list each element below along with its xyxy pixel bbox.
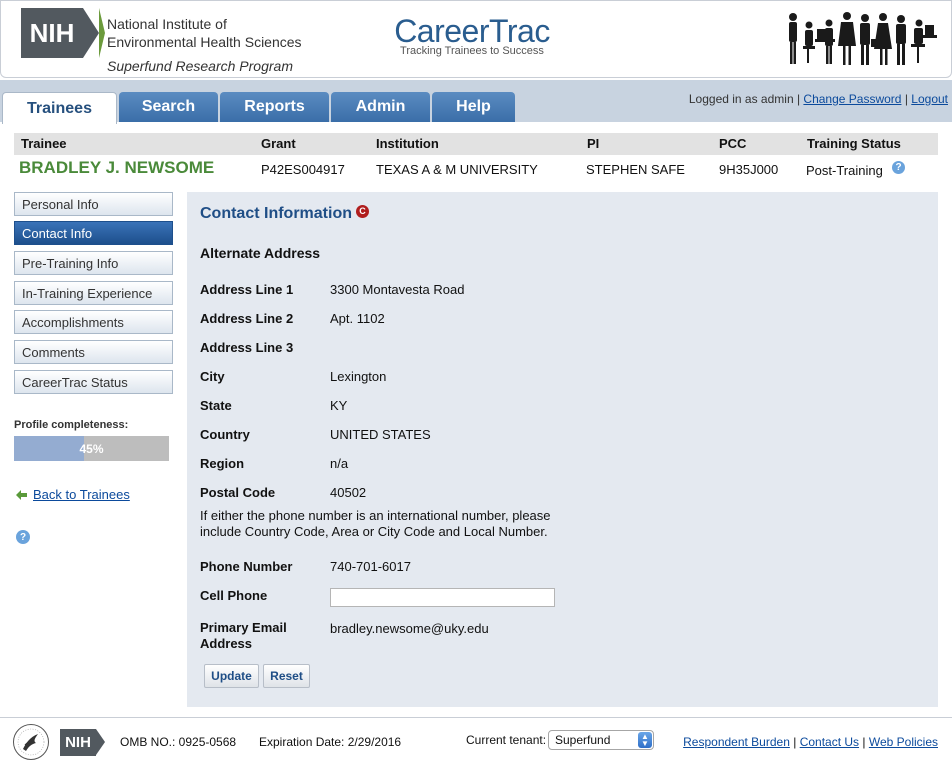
- hhs-seal-icon[interactable]: [12, 723, 50, 761]
- login-separator: |: [904, 92, 908, 106]
- footer-links: Respondent Burden | Contact Us | Web Pol…: [683, 735, 938, 749]
- sidebar-item-contact-info[interactable]: Contact Info: [14, 221, 173, 245]
- nih-footer-logo[interactable]: NIH: [60, 729, 105, 756]
- logout-link[interactable]: Logout: [911, 92, 948, 106]
- tab-help[interactable]: Help: [432, 92, 515, 122]
- region-label: Region: [200, 456, 245, 471]
- address-line-3-label: Address Line 3: [200, 340, 294, 355]
- program-name: Superfund Research Program: [107, 58, 293, 74]
- back-arrow-icon: [16, 489, 27, 500]
- tab-search[interactable]: Search: [119, 92, 218, 122]
- grant-value: P42ES004917: [261, 162, 345, 177]
- app-tagline: Tracking Trainees to Success: [400, 45, 544, 57]
- expiration-date: Expiration Date: 2/29/2016: [259, 735, 402, 749]
- back-to-trainees-text: Back to Trainees: [33, 487, 130, 502]
- primary-email-label-line-2: Address: [200, 636, 253, 651]
- login-info: Logged in as admin | Change Password | L…: [689, 92, 948, 106]
- primary-email-label-line-1: Primary Email: [200, 620, 287, 635]
- postal-code-label: Postal Code: [200, 485, 276, 500]
- col-training-status: Training Status: [807, 136, 901, 151]
- city-label: City: [200, 369, 225, 384]
- address-line-1-value: 3300 Montavesta Road: [330, 282, 465, 297]
- primary-email-label: Primary Email Address: [200, 620, 287, 652]
- address-line-2-label: Address Line 2: [200, 311, 294, 326]
- postal-code-value: 40502: [330, 485, 367, 500]
- tenant-select[interactable]: Superfund ▲ ▼: [548, 730, 654, 750]
- web-policies-link[interactable]: Web Policies: [869, 735, 938, 749]
- primary-email-value: bradley.newsome@uky.edu: [330, 621, 489, 636]
- institute-name: National Institute of Environmental Heal…: [107, 15, 302, 51]
- city-value: Lexington: [330, 369, 387, 384]
- region-value: n/a: [330, 456, 349, 471]
- omb-number: OMB NO.: 0925-0568: [120, 735, 237, 749]
- tab-admin[interactable]: Admin: [331, 92, 430, 122]
- international-number-note: If either the phone number is an interna…: [200, 508, 551, 539]
- panel-title: Contact Information C: [200, 204, 369, 223]
- col-pcc: PCC: [719, 136, 747, 151]
- pi-value: STEPHEN SAFE: [586, 162, 685, 177]
- logged-in-text: Logged in as admin |: [688, 92, 801, 106]
- institute-line-2: Environmental Health Sciences: [107, 34, 302, 50]
- site-header: NIH National Institute of Environmental …: [0, 0, 952, 78]
- col-institution: Institution: [376, 136, 439, 151]
- tab-reports[interactable]: Reports: [220, 92, 329, 122]
- sidebar-item-personal-info[interactable]: Personal Info: [14, 192, 173, 216]
- contact-us-link[interactable]: Contact Us: [800, 735, 859, 749]
- address-line-2-value: Apt. 1102: [330, 311, 385, 326]
- training-status-value: Post-Training: [806, 163, 883, 178]
- footer-separator-1: |: [793, 735, 797, 749]
- country-value: UNITED STATES: [330, 427, 431, 442]
- contact-info-title: Contact Information: [200, 205, 352, 222]
- footer-separator-2: |: [862, 735, 866, 749]
- update-button[interactable]: Update: [204, 664, 259, 688]
- respondent-burden-link[interactable]: Respondent Burden: [683, 735, 790, 749]
- state-value: KY: [330, 398, 348, 413]
- col-pi: PI: [587, 136, 600, 151]
- phone-number-value: 740-701-6017: [330, 559, 411, 574]
- phone-number-label: Phone Number: [200, 559, 293, 574]
- contact-info-panel: Contact Information C Alternate Address …: [187, 192, 938, 707]
- nih-logo[interactable]: NIH: [21, 8, 105, 58]
- trainee-table-header: Trainee Grant Institution PI PCC Trainin…: [14, 133, 938, 155]
- institute-line-1: National Institute of: [107, 16, 227, 32]
- sidebar-item-pre-training-info[interactable]: Pre-Training Info: [14, 251, 173, 275]
- reset-button[interactable]: Reset: [263, 664, 310, 688]
- col-grant: Grant: [261, 136, 296, 151]
- state-label: State: [200, 398, 232, 413]
- pcc-value: 9H35J000: [719, 162, 779, 177]
- institution-value: TEXAS A & M UNIVERSITY: [376, 162, 538, 177]
- col-trainee: Trainee: [21, 136, 67, 151]
- select-arrows-icon: ▲ ▼: [638, 732, 652, 748]
- cell-phone-input[interactable]: [330, 588, 555, 607]
- c-badge-icon: C: [356, 204, 369, 218]
- profile-completeness-label: Profile completeness:: [14, 419, 129, 431]
- people-silhouettes-image: [789, 12, 937, 65]
- back-to-trainees-link[interactable]: Back to Trainees: [16, 487, 130, 502]
- nih-footer-logo-text: NIH: [65, 734, 91, 751]
- nih-badge-text: NIH: [29, 17, 75, 48]
- status-help-icon[interactable]: ?: [892, 161, 905, 174]
- sidebar-item-careertrac-status[interactable]: CareerTrac Status: [14, 370, 173, 394]
- tab-trainees[interactable]: Trainees: [2, 92, 117, 124]
- cell-phone-label: Cell Phone: [200, 588, 268, 603]
- sidebar-item-comments[interactable]: Comments: [14, 340, 173, 364]
- profile-completeness-text: 45%: [79, 441, 104, 456]
- change-password-link[interactable]: Change Password: [803, 92, 901, 106]
- careertrac-logo[interactable]: CareerTrac Tracking Trainees to Success: [387, 14, 557, 57]
- tenant-select-value: Superfund: [555, 733, 611, 747]
- profile-completeness-bar: 45%: [14, 436, 169, 461]
- app-title: CareerTrac: [394, 13, 550, 49]
- nih-badge: NIH: [21, 8, 105, 58]
- country-label: Country: [200, 427, 250, 442]
- page-help-icon[interactable]: ?: [16, 530, 30, 544]
- sidebar-item-accomplishments[interactable]: Accomplishments: [14, 310, 173, 334]
- site-footer: NIH OMB NO.: 0925-0568 Expiration Date: …: [0, 717, 952, 767]
- sidebar-item-in-training-experience[interactable]: In-Training Experience: [14, 281, 173, 305]
- alternate-address-heading: Alternate Address: [200, 245, 321, 261]
- current-tenant-label: Current tenant:: [466, 733, 547, 747]
- trainee-name: BRADLEY J. NEWSOME: [19, 158, 215, 177]
- trainee-table-row: BRADLEY J. NEWSOME P42ES004917 TEXAS A &…: [14, 155, 938, 183]
- address-line-1-label: Address Line 1: [200, 282, 294, 297]
